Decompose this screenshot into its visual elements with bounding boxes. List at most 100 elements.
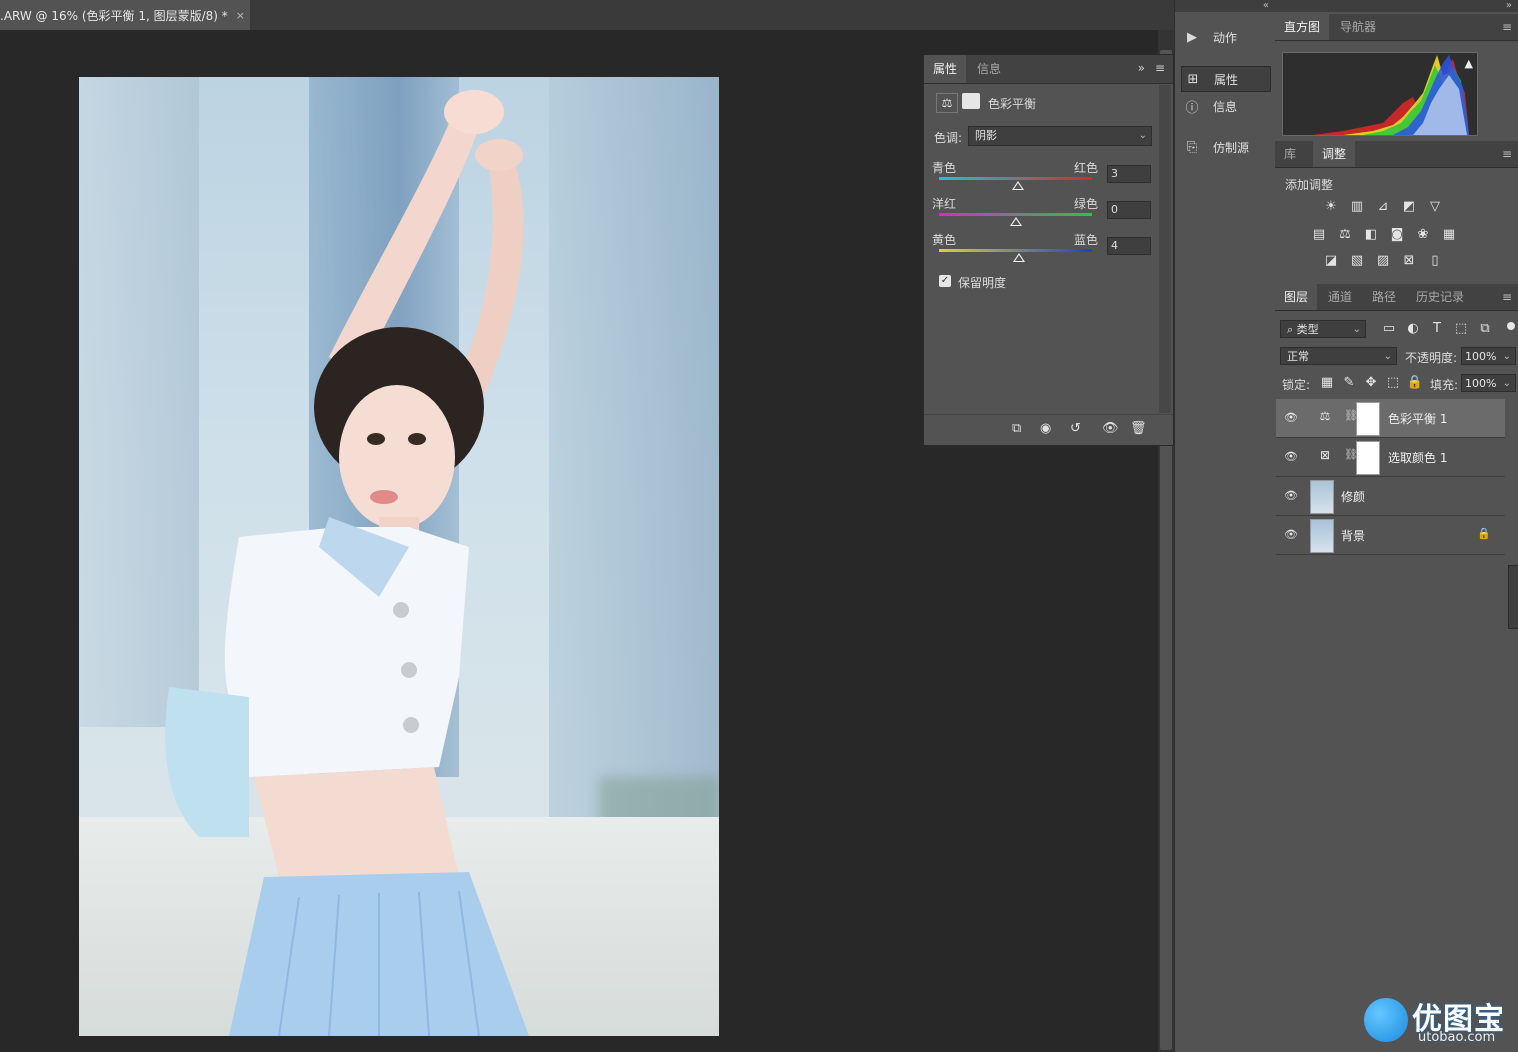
brightness-contrast-icon[interactable]: ☀ [1322,199,1340,215]
tab-info[interactable]: 信息 [968,55,1010,83]
tab-channels[interactable]: 通道 [1319,284,1361,310]
lock-transparent-icon[interactable]: ▦ [1318,375,1336,391]
yellow-blue-track[interactable] [939,249,1092,252]
lock-all-icon[interactable]: 🔒 [1406,375,1424,391]
document-image[interactable] [79,77,719,1036]
layer-row-selective-color[interactable]: 👁 ⊠ ⛓ 选取颜色 1 [1276,438,1505,477]
document-tab[interactable]: .ARW @ 16% (色彩平衡 1, 图层蒙版/8) * × [0,0,251,30]
tab-layers[interactable]: 图层 [1275,284,1318,310]
layer-name[interactable]: 背景 [1341,527,1365,544]
cyan-red-slider[interactable] [1011,181,1024,190]
gradient-map-icon[interactable]: ▯ [1426,253,1444,269]
lock-artboard-icon[interactable]: ⬚ [1384,375,1402,391]
clone-source-icon: ⎘ [1186,139,1198,155]
layer-row-color-balance[interactable]: 👁 ⚖ ⛓ 色彩平衡 1 [1276,399,1505,438]
color-balance-icon[interactable]: ⚖ [936,93,958,113]
tab-histogram[interactable]: 直方图 [1275,14,1330,40]
tab-paths[interactable]: 路径 [1363,284,1405,310]
dock-item-properties[interactable]: ⊞ 属性 [1181,66,1271,92]
cyan-red-track[interactable] [939,177,1092,180]
layer-row-background[interactable]: 👁 背景 🔒 [1276,516,1505,555]
tone-label: 色调: [934,131,963,145]
tab-navigator[interactable]: 导航器 [1331,14,1385,40]
yellow-blue-slider[interactable] [1012,253,1025,262]
dock-item-clone-source[interactable]: ⎘ 仿制源 [1181,135,1269,159]
filter-adjustment-icon[interactable]: ◐ [1404,321,1422,337]
mask-icon[interactable] [962,93,980,109]
histogram-menu-icon[interactable]: ≡ [1502,20,1512,34]
magenta-green-track[interactable] [939,213,1092,216]
tab-properties[interactable]: 属性 [924,55,967,83]
lock-image-icon[interactable]: ✎ [1340,375,1358,391]
tab-bar-empty [250,0,1174,30]
threshold-icon[interactable]: ▨ [1374,253,1392,269]
layers-scrollbar[interactable] [1508,565,1518,629]
clip-to-layer-icon[interactable]: ⧉ [1012,421,1021,436]
yellow-blue-value[interactable]: 4 [1107,237,1151,255]
layer-thumbnail[interactable] [1310,480,1334,514]
preserve-luminosity-checkbox[interactable]: ✓ [939,275,951,287]
collapse-icon[interactable]: » [1138,61,1145,75]
eye-icon[interactable]: 👁 [1284,528,1298,541]
warning-icon[interactable]: ▲ [1465,57,1473,70]
tab-history[interactable]: 历史记录 [1407,284,1473,310]
invert-icon[interactable]: ◪ [1322,253,1340,269]
tab-library[interactable]: 库 [1275,141,1305,167]
black-white-icon[interactable]: ◧ [1362,227,1380,243]
magenta-green-value[interactable]: 0 [1107,201,1151,219]
tab-adjustments[interactable]: 调整 [1313,141,1356,167]
posterize-icon[interactable]: ▧ [1348,253,1366,269]
panel-menu-icon[interactable]: ≡ [1155,61,1165,75]
filter-shape-icon[interactable]: ⬚ [1452,321,1470,337]
fill-input[interactable]: 100% ⌄ [1461,374,1516,392]
blend-mode-select[interactable]: 正常 ⌄ [1280,347,1397,365]
tone-select[interactable]: 阴影 ⌄ [968,126,1152,146]
adjustments-menu-icon[interactable]: ≡ [1502,147,1512,161]
layer-row-retouch[interactable]: 👁 修颜 [1276,477,1505,516]
channel-mixer-icon[interactable]: ❀ [1414,227,1432,243]
layer-mask-thumbnail[interactable] [1356,441,1380,475]
delete-icon[interactable]: 🗑 [1130,421,1147,436]
close-tab-icon[interactable]: × [236,9,245,22]
layer-thumbnail[interactable] [1310,519,1334,553]
layers-menu-icon[interactable]: ≡ [1502,290,1512,304]
toggle-visibility-icon[interactable]: 👁 [1102,421,1119,436]
expand-dock-icon[interactable]: « [1263,0,1269,11]
layer-mask-thumbnail[interactable] [1356,402,1380,436]
cyan-red-value[interactable]: 3 [1107,165,1151,183]
lock-position-icon[interactable]: ✥ [1362,375,1380,391]
curves-icon[interactable]: ⊿ [1374,199,1392,215]
slider-yellow-label: 黄色 [932,233,957,247]
filter-smart-icon[interactable]: ⧉ [1476,321,1494,337]
view-previous-icon[interactable]: ◉ [1040,421,1051,436]
preserve-luminosity-label: 保留明度 [958,276,1007,290]
layer-filter-select[interactable]: ⌕ 类型 ⌄ [1280,320,1366,338]
magenta-green-slider[interactable] [1009,217,1022,226]
filter-type-icon[interactable]: T [1428,321,1446,337]
levels-icon[interactable]: ▥ [1348,199,1366,215]
properties-scrollbar[interactable] [1159,85,1171,413]
exposure-icon[interactable]: ◩ [1400,199,1418,215]
eye-icon[interactable]: 👁 [1284,450,1298,463]
color-balance-layer-icon: ⚖ [1319,409,1331,423]
eye-icon[interactable]: 👁 [1284,489,1298,502]
dock-item-actions[interactable]: ▶ 动作 [1181,25,1269,49]
layer-name[interactable]: 选取颜色 1 [1388,449,1447,466]
hue-saturation-icon[interactable]: ▤ [1310,227,1328,243]
layer-name[interactable]: 色彩平衡 1 [1388,410,1447,427]
eye-icon[interactable]: 👁 [1284,411,1298,424]
add-adjustment-label: 添加调整 [1285,178,1334,192]
color-lookup-icon[interactable]: ▦ [1440,227,1458,243]
filter-toggle-icon[interactable] [1507,322,1515,330]
collapse-dock-icon[interactable]: » [1506,0,1512,11]
selective-color-icon[interactable]: ⊠ [1400,253,1418,269]
opacity-input[interactable]: 100% ⌄ [1461,347,1516,365]
reset-icon[interactable]: ↺ [1070,421,1081,436]
vibrance-icon[interactable]: ▽ [1426,199,1444,215]
color-balance-adjust-icon[interactable]: ⚖ [1336,227,1354,243]
layer-name[interactable]: 修颜 [1341,488,1365,505]
photo-filter-icon[interactable]: ◙ [1388,227,1406,243]
slider-red-label: 红色 [1074,161,1099,175]
dock-item-info[interactable]: ⓘ 信息 [1181,94,1269,118]
filter-pixel-icon[interactable]: ▭ [1380,321,1398,337]
